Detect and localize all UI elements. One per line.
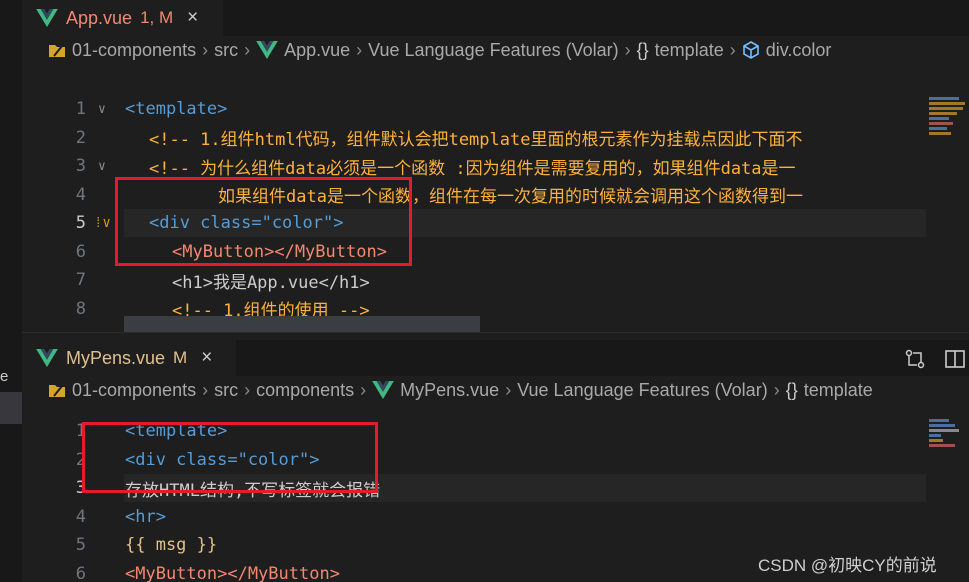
explorer-sidebar [0, 0, 22, 582]
bottom-editor: MyPens.vue M × 01-components › src › com… [22, 340, 969, 582]
breadcrumb-item[interactable]: components [256, 380, 354, 401]
hover-widget [124, 316, 480, 332]
chevron-right-icon: › [202, 39, 209, 60]
breadcrumb-item[interactable]: 01-components [72, 40, 196, 61]
line-number: 5 [75, 213, 86, 234]
breadcrumb-item[interactable]: App.vue [284, 40, 350, 61]
cube-icon [742, 41, 759, 59]
tab-badge: M [173, 348, 188, 367]
chevron-down-icon[interactable]: ∨ [98, 102, 106, 117]
editor-split-divider[interactable] [22, 332, 969, 333]
vue-icon [256, 41, 278, 59]
line-number: 4 [75, 184, 86, 205]
close-icon[interactable]: × [201, 347, 212, 369]
chevron-right-icon: › [244, 379, 251, 400]
tab-label: MyPens.vue [66, 347, 166, 368]
sidebar-partial-label: e [0, 368, 9, 385]
tab-mypens-vue[interactable]: MyPens.vue M × [22, 340, 236, 376]
line-number: 5 [75, 535, 86, 556]
breadcrumb: 01-components › src › components › MyPen… [22, 376, 969, 404]
vue-icon [372, 381, 394, 399]
lightbulb-icon[interactable]: ⁞∨ [94, 215, 111, 232]
braces-icon: {} [636, 39, 649, 60]
tab-app-vue[interactable]: App.vue 1, M × [22, 0, 223, 36]
chevron-right-icon: › [360, 379, 367, 400]
line-number: 2 [75, 449, 86, 470]
folder-icon [49, 45, 65, 57]
line-number: 6 [75, 241, 86, 262]
vue-icon [36, 349, 58, 367]
bottom-tab-bar: MyPens.vue M × [22, 340, 969, 376]
chevron-right-icon: › [356, 39, 363, 60]
line-number: 3 [75, 478, 86, 499]
code-text: <MyButton></MyButton> [125, 563, 340, 582]
close-icon[interactable]: × [187, 7, 198, 29]
breadcrumb-item[interactable]: template [655, 40, 724, 61]
line-number: 4 [75, 506, 86, 527]
highlight-box [82, 422, 378, 493]
code-text: <template> [125, 99, 228, 120]
chevron-down-icon[interactable]: ∨ [98, 159, 106, 174]
line-number: 1 [75, 421, 86, 442]
folder-icon [49, 385, 65, 397]
breadcrumb-item[interactable]: template [804, 380, 873, 401]
minimap[interactable] [929, 417, 969, 517]
line-number: 6 [75, 563, 86, 582]
code-text: <hr> [125, 506, 166, 527]
breadcrumb-item[interactable]: div.color [766, 40, 832, 61]
breadcrumb-item[interactable]: src [214, 380, 238, 401]
chevron-right-icon: › [202, 379, 209, 400]
minimap[interactable] [929, 95, 969, 225]
tab-badge: 1, M [140, 8, 174, 27]
breadcrumb: 01-components › src › App.vue › Vue Lang… [22, 36, 969, 64]
line-number: 8 [75, 298, 86, 319]
code-text: <!-- 为什么组件data必须是一个函数 :因为组件是需要复用的，如果组件da… [149, 158, 796, 179]
vue-icon [36, 9, 58, 27]
breadcrumb-item[interactable]: MyPens.vue [400, 380, 499, 401]
code-text: <!-- 1.组件html代码，组件默认会把template里面的根元素作为挂载… [149, 130, 803, 151]
braces-icon: {} [785, 379, 798, 400]
code-text: <h1>我是App.vue</h1> [172, 272, 370, 293]
code-text: {{ msg }} [125, 535, 218, 556]
chevron-right-icon: › [773, 379, 780, 400]
highlight-box [115, 177, 412, 266]
chevron-right-icon: › [505, 379, 512, 400]
split-editor-icon[interactable] [944, 348, 966, 370]
explorer-selected-item[interactable] [0, 392, 22, 424]
line-number: 1 [75, 99, 86, 120]
top-tab-bar: App.vue 1, M × [22, 0, 969, 36]
chevron-right-icon: › [729, 39, 736, 60]
tab-label: App.vue [66, 7, 133, 28]
breadcrumb-item[interactable]: Vue Language Features (Volar) [368, 40, 619, 61]
chevron-right-icon: › [624, 39, 631, 60]
compare-changes-icon[interactable] [904, 348, 926, 370]
line-number: 2 [75, 127, 86, 148]
chevron-right-icon: › [244, 39, 251, 60]
line-number: 3 [75, 156, 86, 177]
line-number: 7 [75, 270, 86, 291]
breadcrumb-item[interactable]: Vue Language Features (Volar) [517, 380, 768, 401]
top-editor: App.vue 1, M × 01-components › src › App… [22, 0, 969, 332]
watermark: CSDN @初映CY的前说 [758, 556, 937, 575]
code-line: 2 <!-- 1.组件html代码，组件默认会把template里面的根元素作为… [22, 124, 969, 153]
breadcrumb-item[interactable]: src [214, 40, 238, 61]
breadcrumb-item[interactable]: 01-components [72, 380, 196, 401]
